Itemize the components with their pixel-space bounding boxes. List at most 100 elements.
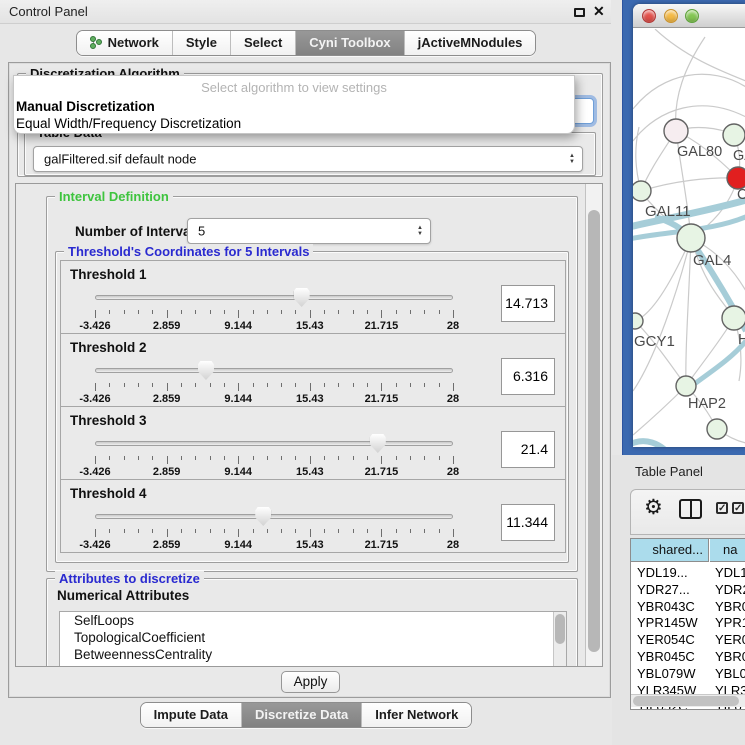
network-node[interactable] (633, 313, 643, 329)
slider-handle[interactable] (294, 288, 310, 307)
network-node[interactable] (722, 306, 745, 330)
tick-mark (109, 529, 110, 533)
slider-handle[interactable] (198, 361, 214, 380)
network-window-titlebar[interactable] (633, 4, 745, 28)
tick-mark (410, 383, 411, 387)
tick-mark (109, 456, 110, 460)
tab-discretize-data[interactable]: Discretize Data (242, 703, 362, 727)
table-row[interactable]: YBR045CYBR0 (631, 649, 745, 664)
network-node[interactable] (676, 376, 696, 396)
table-row[interactable]: YPR145WYPR1 (631, 615, 745, 630)
tick-mark (439, 310, 440, 314)
tab-network[interactable]: Network (77, 31, 173, 55)
desktop-frame: GAL80GAGAL11CGAL4GCY1HHAP2 (622, 0, 745, 455)
threshold-value-field[interactable]: 6.316 (501, 358, 555, 395)
tick-mark (281, 529, 282, 533)
tick-label: 9.144 (224, 466, 252, 478)
zoom-traffic-light-icon[interactable] (685, 9, 699, 23)
popup-option-manual[interactable]: Manual Discretization (16, 99, 155, 114)
tick-label: 28 (447, 320, 459, 332)
tick-mark (439, 456, 440, 460)
minimize-traffic-light-icon[interactable] (664, 9, 678, 23)
list-scrollbar[interactable] (553, 612, 566, 666)
tick-mark (353, 529, 354, 533)
threshold-value-field[interactable]: 21.4 (501, 431, 555, 468)
network-node-label: C (737, 187, 745, 203)
tab-infer-network[interactable]: Infer Network (362, 703, 471, 727)
tick-label: 21.715 (365, 539, 399, 551)
tick-mark (138, 383, 139, 387)
num-intervals-combo[interactable]: 5 ▲▼ (187, 218, 431, 244)
popup-option-equal-width[interactable]: Equal Width/Frequency Discretization (16, 116, 241, 131)
tab-style[interactable]: Style (173, 31, 231, 55)
table-horizontal-scrollbar[interactable] (631, 694, 745, 707)
network-node[interactable] (633, 181, 651, 201)
table-row[interactable]: YBR043CYBR0 (631, 599, 745, 614)
tab-impute-data[interactable]: Impute Data (141, 703, 242, 727)
tick-mark (295, 383, 296, 387)
tick-mark (238, 310, 239, 318)
checkbox-icon[interactable]: ✓ (732, 502, 744, 514)
column-header-shared-name[interactable]: shared... (631, 539, 709, 562)
thresholds-group: Threshold's Coordinates for 5 Intervals … (55, 251, 569, 563)
slider-track[interactable] (95, 368, 453, 373)
network-node[interactable] (664, 119, 688, 143)
threshold-value-field[interactable]: 14.713 (501, 285, 555, 322)
table-row[interactable]: YBL079WYBL0 (631, 666, 745, 681)
list-item[interactable]: SelfLoops (60, 612, 566, 629)
tick-mark (109, 310, 110, 314)
numerical-attributes-list[interactable]: SelfLoopsTopologicalCoefficientBetweenne… (59, 611, 567, 667)
apply-button[interactable]: Apply (281, 671, 340, 693)
tick-mark (338, 456, 339, 460)
float-window-icon[interactable] (574, 8, 585, 17)
top-tab-bar: NetworkStyleSelectCyni ToolboxjActiveMNo… (0, 30, 612, 56)
close-traffic-light-icon[interactable] (642, 9, 656, 23)
split-columns-icon[interactable] (679, 499, 702, 519)
table-row[interactable]: YDR27...YDR2 (631, 582, 745, 597)
tick-mark (396, 456, 397, 460)
bottom-tabs-segmented-control: Impute Data Discretize DataInfer Network (140, 702, 473, 728)
network-canvas[interactable]: GAL80GAGAL11CGAL4GCY1HHAP2 (633, 29, 745, 447)
tick-mark (424, 383, 425, 387)
tab-select[interactable]: Select (231, 31, 296, 55)
threshold-value-field[interactable]: 11.344 (501, 504, 555, 541)
table-row[interactable]: YER054CYER0 (631, 632, 745, 647)
list-item[interactable]: BetweennessCentrality (60, 646, 566, 663)
network-node[interactable] (727, 167, 745, 189)
list-item[interactable]: TopologicalCoefficient (60, 629, 566, 646)
tick-mark (238, 529, 239, 537)
tab-jactivemnodules[interactable]: jActiveMNodules (405, 31, 536, 55)
algorithm-popup: Select algorithm to view settings Manual… (13, 75, 575, 134)
checkbox-icon[interactable]: ✓ (716, 502, 728, 514)
tick-label: 21.715 (365, 466, 399, 478)
table-data-combo[interactable]: galFiltered.sif default node ▲▼ (33, 146, 583, 172)
gear-icon[interactable]: ⚙ (644, 496, 663, 520)
slider-handle[interactable] (370, 434, 386, 453)
tick-mark (238, 456, 239, 464)
tick-mark (267, 310, 268, 314)
table-row[interactable]: YDL19...YDL1 (631, 565, 745, 580)
settings-vertical-scrollbar[interactable] (585, 184, 602, 666)
tick-mark (253, 383, 254, 387)
tick-label: 28 (447, 539, 459, 551)
network-node-label: GAL80 (677, 144, 722, 160)
network-node[interactable] (723, 124, 745, 146)
column-header-name[interactable]: na (710, 539, 745, 562)
tick-mark (95, 310, 96, 318)
slider-track[interactable] (95, 514, 453, 519)
tick-mark (381, 383, 382, 391)
slider-track[interactable] (95, 441, 453, 446)
slider-handle[interactable] (255, 507, 271, 526)
tick-label: -3.426 (79, 320, 110, 332)
slider-track[interactable] (95, 295, 453, 300)
network-edge (641, 178, 738, 191)
cell-shared-name: YDR27... (631, 582, 690, 597)
tick-mark (396, 310, 397, 314)
tab-label: Impute Data (154, 707, 228, 722)
tick-mark (95, 383, 96, 391)
network-node[interactable] (707, 419, 727, 439)
close-icon[interactable]: ✕ (593, 3, 605, 20)
tab-cyni-toolbox[interactable]: Cyni Toolbox (296, 31, 404, 55)
cell-shared-name: YBR045C (631, 649, 695, 664)
network-node[interactable] (677, 224, 705, 252)
